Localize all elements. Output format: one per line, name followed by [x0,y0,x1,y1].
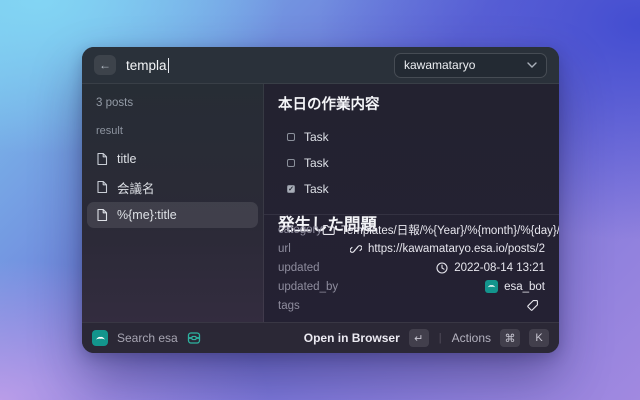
result-item-label: %{me}:title [117,208,177,222]
team-dropdown[interactable]: kawamataryo [394,53,547,78]
text-cursor [168,58,170,73]
footer-divider: | [439,332,442,344]
chevron-down-icon [527,62,537,68]
open-in-browser-action[interactable]: Open in Browser [304,331,400,345]
detail-heading-1: 本日の作業内容 [278,93,545,114]
result-item[interactable]: title [87,146,258,172]
arrow-left-icon: ← [99,58,111,72]
metadata-label: url [278,243,291,255]
folder-icon [322,224,335,236]
results-sidebar: 3 posts result title 会議名 %{me}:title [82,84,264,322]
metadata-row-tags: tags [278,296,545,315]
metadata-label: updated_by [278,281,338,293]
team-icon [187,331,201,345]
metadata-value: 2022-08-14 13:21 [454,262,545,274]
metadata-row-category: category Templates/日報/%{Year}/%{month}/%… [278,220,545,239]
detail-panel: 本日の作業内容 Task Task Task 発生した問題 ca [264,84,559,322]
metadata-value: esa_bot [504,281,545,293]
task-label: Task [304,182,329,196]
task-label: Task [304,130,329,144]
header: ← templa kawamataryo [82,47,559,84]
metadata-row-updated-by: updated_by esa_bot [278,277,545,296]
document-icon [96,208,108,222]
task-row: Task [287,156,545,170]
metadata-label: category [278,224,322,236]
search-input[interactable]: templa [126,58,384,73]
actions-menu-button[interactable]: Actions [452,331,491,345]
document-icon [96,152,108,166]
k-key-badge: K [529,329,549,347]
result-item-label: title [117,152,136,166]
task-row: Task [287,182,545,196]
markdown-preview: 本日の作業内容 Task Task Task 発生した問題 [264,84,559,214]
link-icon [350,243,362,255]
results-section-label: result [96,125,249,137]
metadata-label: tags [278,300,300,312]
checkbox-unchecked-icon [287,133,295,141]
metadata-panel: category Templates/日報/%{Year}/%{month}/%… [264,214,559,322]
launcher-window: ← templa kawamataryo 3 posts result titl… [82,47,559,353]
esa-logo-icon [92,330,108,346]
body: 3 posts result title 会議名 %{me}:title 本日の… [82,84,559,322]
metadata-row-url: url https://kawamataryo.esa.io/posts/2 [278,239,545,258]
checkbox-unchecked-icon [287,159,295,167]
esa-avatar-icon [485,280,498,293]
back-button[interactable]: ← [94,55,116,75]
checkbox-checked-icon [287,185,295,193]
document-icon [96,180,108,194]
result-item[interactable]: %{me}:title [87,202,258,228]
footer: Search esa Open in Browser ↵ | Actions ⌘… [82,322,559,353]
enter-key-badge: ↵ [409,329,429,347]
results-count: 3 posts [96,97,249,109]
metadata-value[interactable]: https://kawamataryo.esa.io/posts/2 [368,243,545,255]
command-title: Search esa [117,331,178,345]
task-label: Task [304,156,329,170]
metadata-label: updated [278,262,320,274]
result-item[interactable]: 会議名 [87,174,258,200]
metadata-value: Templates/日報/%{Year}/%{month}/%{day}/ [341,222,559,238]
task-row: Task [287,130,545,144]
search-input-value: templa [126,58,167,73]
cmd-key-badge: ⌘ [500,329,520,347]
clock-icon [436,262,448,274]
metadata-row-updated: updated 2022-08-14 13:21 [278,258,545,277]
tag-icon [526,299,539,312]
team-dropdown-value: kawamataryo [404,58,475,72]
result-item-label: 会議名 [117,178,155,197]
